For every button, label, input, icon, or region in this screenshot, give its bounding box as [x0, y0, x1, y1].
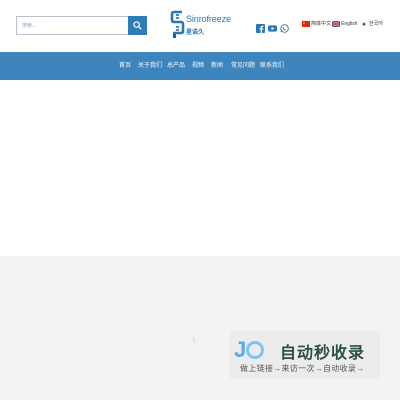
site-logo[interactable]: Sinrofreeze 星诺久	[170, 9, 234, 41]
watermark-logo-icon: J	[234, 337, 247, 362]
main-content	[0, 80, 400, 256]
watermark-ring-icon	[246, 341, 264, 359]
search-input[interactable]	[16, 16, 128, 35]
watermark-banner[interactable]: J 自动秒收录 做上链接→来访一次→自动收录→	[230, 331, 380, 379]
uk-flag-icon	[332, 21, 340, 27]
logo-text-cn: 星诺久	[186, 30, 205, 36]
nav-item-videos[interactable]: 视频	[192, 52, 204, 80]
nav-item-contact[interactable]: 联系我们	[260, 52, 284, 80]
nav-item-news[interactable]: 新闻	[211, 52, 223, 80]
logo-mark-icon	[170, 10, 185, 38]
facebook-icon[interactable]	[256, 20, 265, 33]
search-icon	[133, 21, 142, 30]
search-form	[16, 16, 147, 35]
korea-flag-icon	[360, 21, 368, 27]
nav-item-products[interactable]: 总产品	[167, 52, 185, 80]
youtube-icon[interactable]	[268, 20, 277, 32]
lang-label: English	[341, 21, 358, 27]
watermark-title: 自动秒收录	[280, 345, 366, 362]
china-flag-icon	[302, 21, 310, 27]
whatsapp-icon[interactable]	[280, 20, 289, 33]
main-nav: 首页 关于我们 总产品 视频 新闻 常见问题 联系我们	[0, 52, 400, 80]
nav-item-faq[interactable]: 常见问题	[231, 52, 255, 80]
site-header: Sinrofreeze 星诺久 简体中文 English 한국어	[0, 0, 400, 52]
lang-label: 简体中文	[311, 21, 332, 27]
logo-text-en: Sinrofreeze	[186, 14, 231, 24]
loading-spinner-icon	[193, 336, 196, 344]
watermark-subtitle: 做上链接→来访一次→自动收录→	[240, 364, 365, 373]
nav-item-home[interactable]: 首页	[119, 52, 131, 80]
search-button[interactable]	[128, 16, 147, 35]
nav-item-about[interactable]: 关于我们	[138, 52, 162, 80]
lang-label: 한국어	[369, 21, 383, 27]
